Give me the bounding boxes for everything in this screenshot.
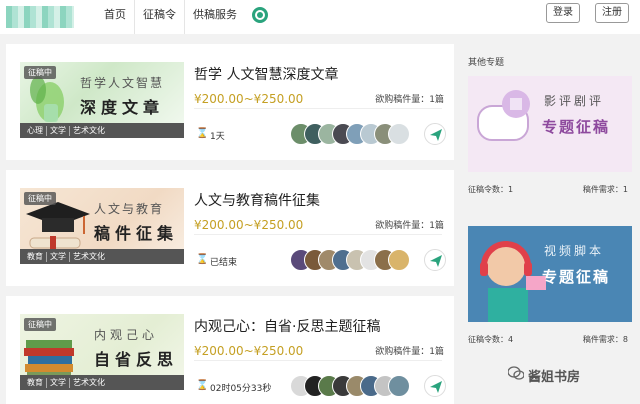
divider [194, 360, 442, 361]
card-thumbnail[interactable]: 征稿中 人文与教育 稿件征集 教育 文学 艺术文化 [20, 188, 184, 264]
status-badge: 征稿中 [24, 318, 56, 331]
thumb-line1: 内观己心 [94, 328, 159, 342]
card-thumbnail[interactable]: 征稿中 内观己心 自省反思 教育 文学 艺术文化 [20, 314, 184, 390]
tag[interactable]: 文学 [47, 125, 70, 136]
topic-card[interactable]: 征稿中 哲学人文智慧 深度文章 心理 文学 艺术文化 哲学 人文智慧深度文章 ¥… [6, 44, 454, 160]
send-button[interactable] [424, 123, 446, 145]
hourglass-icon: ⌛ [196, 128, 209, 139]
status-badge: 征稿中 [24, 192, 56, 205]
card-price: ¥200.00~¥250.00 [194, 92, 304, 106]
topic-card[interactable]: 征稿中 人文与教育 稿件征集 教育 文学 艺术文化 人文与教育稿件征集 ¥200… [6, 170, 454, 286]
card-title[interactable]: 人文与教育稿件征集 [194, 190, 320, 210]
tag[interactable]: 艺术文化 [70, 378, 108, 388]
tile-count: 征稿令数：4 [468, 335, 514, 344]
top-header: 首页 征稿令 供稿服务 登录 注册 [0, 0, 640, 34]
tile-meta: 征稿令数：4 稿件需求：8 [468, 334, 632, 345]
card-status: 已结束 [210, 258, 238, 268]
target-icon[interactable] [252, 7, 268, 23]
avatar-group [290, 123, 410, 145]
tag[interactable]: 艺术文化 [70, 252, 108, 262]
tag[interactable]: 教育 [24, 251, 47, 262]
card-price: ¥200.00~¥250.00 [194, 218, 304, 232]
tag[interactable]: 教育 [24, 377, 47, 388]
card-status: 02时05分33秒 [210, 384, 272, 394]
thumb-line1: 哲学人文智慧 [80, 76, 165, 90]
thumb-line1: 人文与教育 [94, 202, 165, 216]
tile-line1: 影评剧评 [544, 94, 605, 108]
tile-line2: 专题征稿 [542, 268, 611, 286]
tag[interactable]: 心理 [24, 125, 47, 136]
card-gap [6, 286, 454, 296]
avatar-group [290, 375, 410, 397]
status-badge: 征稿中 [24, 66, 56, 79]
card-thumbnail[interactable]: 征稿中 哲学人文智慧 深度文章 心理 文学 艺术文化 [20, 62, 184, 138]
tile-demand: 稿件需求：1 [582, 185, 628, 194]
send-button[interactable] [424, 375, 446, 397]
tag[interactable]: 艺术文化 [70, 126, 108, 136]
thumb-line2: 深度文章 [80, 98, 165, 117]
card-gap [6, 160, 454, 170]
topic-tile[interactable]: 视频脚本 专题征稿 [468, 226, 632, 322]
card-title[interactable]: 内观己心：自省·反思主题征稿 [194, 316, 380, 336]
sidebar-title: 其他专题 [468, 58, 505, 68]
card-status: 1天 [210, 132, 225, 142]
site-logo[interactable] [6, 6, 74, 28]
card-quantity: 欲购稿件量：1篇 [375, 347, 444, 357]
hourglass-icon: ⌛ [196, 254, 209, 265]
tag[interactable]: 文学 [47, 251, 70, 262]
card-title[interactable]: 哲学 人文智慧深度文章 [194, 64, 338, 84]
card-quantity: 欲购稿件量：1篇 [375, 95, 444, 105]
tag-bar: 教育 文学 艺术文化 [20, 375, 184, 390]
topic-tile[interactable]: 影评剧评 专题征稿 [468, 76, 632, 172]
nav-call-for-papers[interactable]: 征稿令 [135, 0, 185, 34]
tag-bar: 教育 文学 艺术文化 [20, 249, 184, 264]
tile-count: 征稿令数：1 [468, 185, 514, 194]
topic-card[interactable]: 征稿中 内观己心 自省反思 教育 文学 艺术文化 内观己心：自省·反思主题征稿 … [6, 296, 454, 404]
tile-line1: 视频脚本 [544, 244, 605, 258]
nav-home[interactable]: 首页 [96, 0, 135, 34]
paper-plane-icon [430, 381, 442, 393]
register-button[interactable]: 注册 [595, 3, 629, 23]
tile-meta: 征稿令数：1 稿件需求：1 [468, 184, 632, 195]
paper-plane-icon [430, 255, 442, 267]
watermark-text: 酱姐书房 [528, 370, 581, 385]
divider [194, 108, 442, 109]
paper-plane-icon [430, 129, 442, 141]
tile-demand: 稿件需求：8 [582, 335, 628, 344]
card-quantity: 欲购稿件量：1篇 [375, 221, 444, 231]
tag[interactable]: 文学 [47, 377, 70, 388]
avatar[interactable] [388, 375, 410, 397]
thumb-line2: 稿件征集 [94, 224, 179, 243]
divider [194, 234, 442, 235]
nav-supply-service[interactable]: 供稿服务 [185, 0, 245, 34]
login-button[interactable]: 登录 [546, 3, 580, 23]
avatar[interactable] [388, 249, 410, 271]
avatar-group [290, 249, 410, 271]
thumb-line2: 自省反思 [94, 350, 179, 369]
send-button[interactable] [424, 249, 446, 271]
main-nav: 首页 征稿令 供稿服务 [96, 0, 245, 34]
topic-list: 征稿中 哲学人文智慧 深度文章 心理 文学 艺术文化 哲学 人文智慧深度文章 ¥… [6, 44, 454, 404]
hourglass-icon: ⌛ [196, 380, 209, 391]
avatar[interactable] [388, 123, 410, 145]
wechat-icon [508, 366, 524, 380]
tag-bar: 心理 文学 艺术文化 [20, 123, 184, 138]
card-price: ¥200.00~¥250.00 [194, 344, 304, 358]
tile-line2: 专题征稿 [542, 118, 611, 136]
